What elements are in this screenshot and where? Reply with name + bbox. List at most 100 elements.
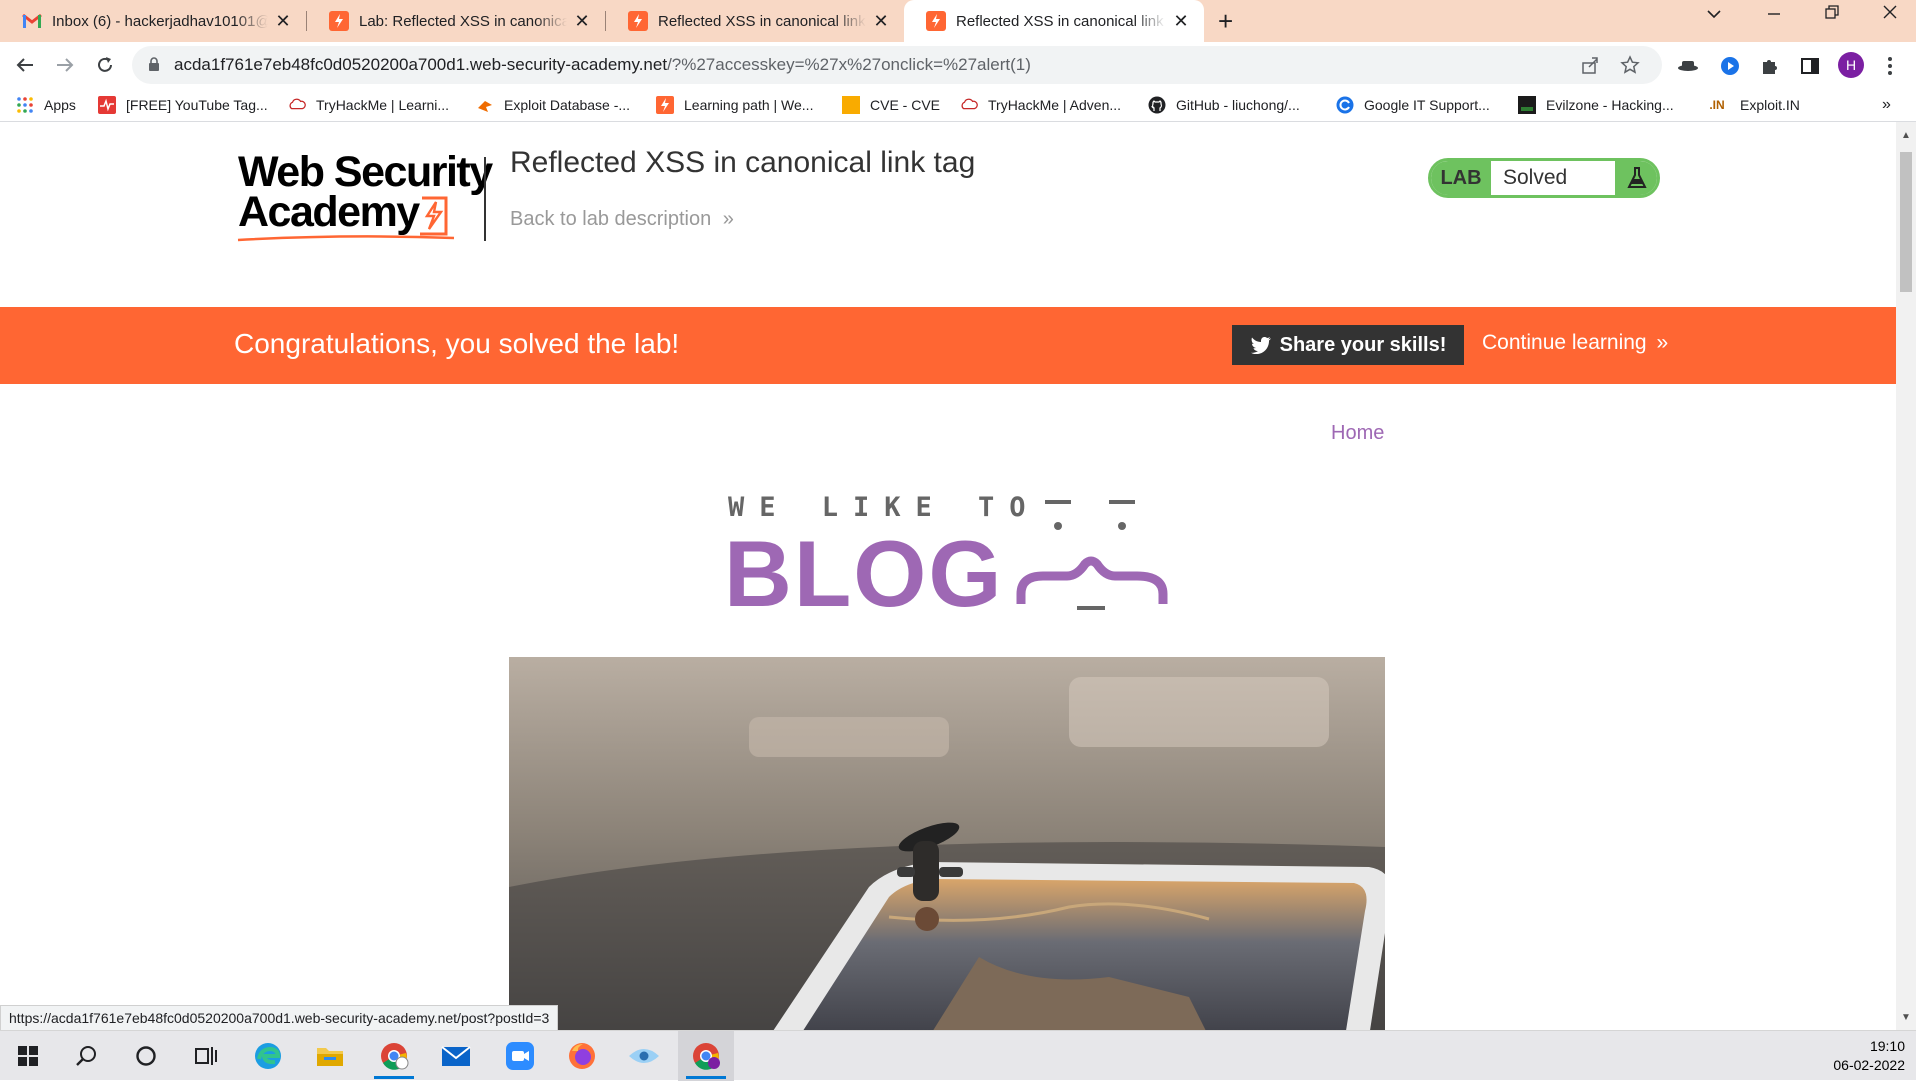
minimize-icon[interactable] <box>1766 4 1782 25</box>
logo-bolt-icon <box>420 196 448 236</box>
scroll-up-icon[interactable]: ▲ <box>1901 130 1911 141</box>
bookmark-label: Google IT Support... <box>1364 97 1490 113</box>
logo-line-2: Academy <box>238 188 420 236</box>
continue-label: Continue learning <box>1482 331 1647 354</box>
video-extension-icon[interactable] <box>1718 54 1742 78</box>
bookmark-label: [FREE] YouTube Tag... <box>126 97 268 113</box>
firefox-icon[interactable] <box>554 1031 610 1081</box>
youtube-tag-icon <box>98 96 116 114</box>
tab-label: Lab: Reflected XSS in canonical link tag <box>359 12 567 30</box>
address-bar[interactable]: acda1f761e7eb48fc0d0520200a700d1.web-sec… <box>132 46 1662 84</box>
bookmark-exploit-database[interactable]: Exploit Database -... <box>476 94 630 116</box>
close-icon[interactable]: ✕ <box>274 11 292 32</box>
home-link[interactable]: Home <box>1331 422 1384 445</box>
bookmark-learning-path[interactable]: Learning path | We... <box>656 94 813 116</box>
chevrons-right-icon: » <box>722 208 734 230</box>
edge-browser-icon[interactable] <box>240 1031 296 1081</box>
page-scrollbar[interactable]: ▲ ▼ <box>1896 122 1916 1030</box>
link-hover-status-bar: https://acda1f761e7eb48fc0d0520200a700d1… <box>0 1005 559 1032</box>
bookmark-cve[interactable]: CVE - CVE <box>842 94 940 116</box>
kebab-menu-icon[interactable] <box>1878 54 1902 78</box>
bookmark-label: Learning path | We... <box>684 97 814 113</box>
google-icon <box>1336 96 1354 114</box>
tab-search-chevron-icon[interactable] <box>1706 6 1722 27</box>
back-icon[interactable] <box>10 50 40 80</box>
github-icon <box>1148 96 1166 114</box>
page-viewport: Web Security Academy Reflected XSS in ca… <box>0 122 1896 1030</box>
tab-lab-instance[interactable]: Reflected XSS in canonical link tag ✕ <box>606 0 904 42</box>
bookmarks-bar: Apps [FREE] YouTube Tag... TryHackMe | L… <box>0 88 1916 122</box>
share-skills-button[interactable]: Share your skills! <box>1232 325 1464 365</box>
blog-logo-wordmark: BLOG <box>724 521 1004 626</box>
extensions-puzzle-icon[interactable] <box>1758 54 1782 78</box>
tryhackme-icon <box>960 96 978 114</box>
bookmark-tryhackme-advent[interactable]: TryHackMe | Adven... <box>960 94 1121 116</box>
evilzone-icon <box>1518 96 1536 114</box>
cve-icon <box>842 96 860 114</box>
close-icon[interactable]: ✕ <box>872 11 890 32</box>
portswigger-icon <box>926 11 946 31</box>
bookmark-star-icon[interactable] <box>1620 55 1640 81</box>
blog-post-hero-image[interactable] <box>509 657 1385 1030</box>
reload-icon[interactable] <box>90 50 120 80</box>
solved-banner: Congratulations, you solved the lab! Sha… <box>0 307 1896 384</box>
web-security-academy-logo[interactable]: Web Security Academy <box>237 151 493 242</box>
exploitdb-icon <box>476 96 494 114</box>
scroll-down-icon[interactable]: ▼ <box>1901 1012 1911 1023</box>
close-icon[interactable]: ✕ <box>1172 11 1190 32</box>
bookmark-evilzone[interactable]: Evilzone - Hacking... <box>1518 94 1674 116</box>
back-to-lab-description-link[interactable]: Back to lab description » <box>510 208 734 231</box>
bookmark-tryhackme-learn[interactable]: TryHackMe | Learni... <box>288 94 449 116</box>
bookmarks-overflow-button[interactable]: » <box>1882 94 1891 116</box>
apps-grid-icon <box>16 96 34 114</box>
close-icon[interactable]: ✕ <box>573 11 591 32</box>
scrollbar-thumb[interactable] <box>1900 152 1912 292</box>
tab-lab-description[interactable]: Lab: Reflected XSS in canonical link tag… <box>307 0 605 42</box>
continue-learning-link[interactable]: Continue learning » <box>1482 331 1668 355</box>
system-clock[interactable]: 19:10 06-02-2022 <box>1815 1037 1905 1075</box>
profile-avatar[interactable]: H <box>1838 52 1864 78</box>
chevrons-right-icon: » <box>1656 331 1669 354</box>
tab-active-lab[interactable]: Reflected XSS in canonical link tag ✕ <box>904 0 1204 42</box>
eye-app-icon[interactable] <box>616 1031 672 1081</box>
cortana-icon[interactable] <box>118 1031 174 1081</box>
twitter-icon <box>1250 337 1271 354</box>
restore-icon[interactable] <box>1824 4 1840 25</box>
portswigger-icon <box>628 11 648 31</box>
tab-gmail-inbox[interactable]: Inbox (6) - hackerjadhav10101@gmail.com … <box>0 0 306 42</box>
task-view-icon[interactable] <box>178 1031 234 1081</box>
bookmark-apps[interactable]: Apps <box>16 94 76 116</box>
bookmark-label: CVE - CVE <box>870 97 941 113</box>
url-host: acda1f761e7eb48fc0d0520200a700d1.web-sec… <box>174 55 668 74</box>
lab-tag: LAB <box>1431 161 1491 195</box>
lab-title: Reflected XSS in canonical link tag <box>510 146 976 179</box>
header-divider <box>484 157 486 241</box>
chrome-profile-icon[interactable] <box>366 1031 422 1081</box>
chrome-active-icon[interactable] <box>678 1031 734 1081</box>
zoom-icon[interactable] <box>492 1031 548 1081</box>
skateboarder-phone-image <box>509 657 1385 1030</box>
portswigger-icon <box>329 11 349 31</box>
url-path: /?%27accesskey=%27x%27onclick=%27alert(1… <box>667 55 1031 74</box>
new-tab-button[interactable]: + <box>1218 6 1233 37</box>
bookmark-label: TryHackMe | Learni... <box>316 97 450 113</box>
bookmark-exploit-in[interactable]: .IN Exploit.IN <box>1704 94 1800 116</box>
lock-icon[interactable] <box>148 57 160 77</box>
side-panel-icon[interactable] <box>1798 54 1822 78</box>
windows-start-icon[interactable] <box>0 1031 56 1081</box>
tab-label: Inbox (6) - hackerjadhav10101@gmail.com <box>52 12 268 30</box>
bookmark-github[interactable]: GitHub - liuchong/... <box>1148 94 1300 116</box>
mail-icon[interactable] <box>428 1031 484 1081</box>
spy-extension-icon[interactable] <box>1676 54 1700 78</box>
share-page-icon[interactable] <box>1580 55 1600 81</box>
search-icon[interactable] <box>58 1031 114 1081</box>
bookmark-google-it-support[interactable]: Google IT Support... <box>1336 94 1490 116</box>
bookmark-youtube-tag[interactable]: [FREE] YouTube Tag... <box>98 94 268 116</box>
bookmark-label: Evilzone - Hacking... <box>1546 97 1674 113</box>
bookmark-label: Apps <box>44 97 76 113</box>
file-explorer-icon[interactable] <box>302 1031 358 1081</box>
forward-icon[interactable] <box>50 50 80 80</box>
close-window-icon[interactable] <box>1882 4 1898 25</box>
windows-taskbar: 19:10 06-02-2022 <box>0 1030 1916 1081</box>
url-text: acda1f761e7eb48fc0d0520200a700d1.web-sec… <box>174 55 1031 75</box>
